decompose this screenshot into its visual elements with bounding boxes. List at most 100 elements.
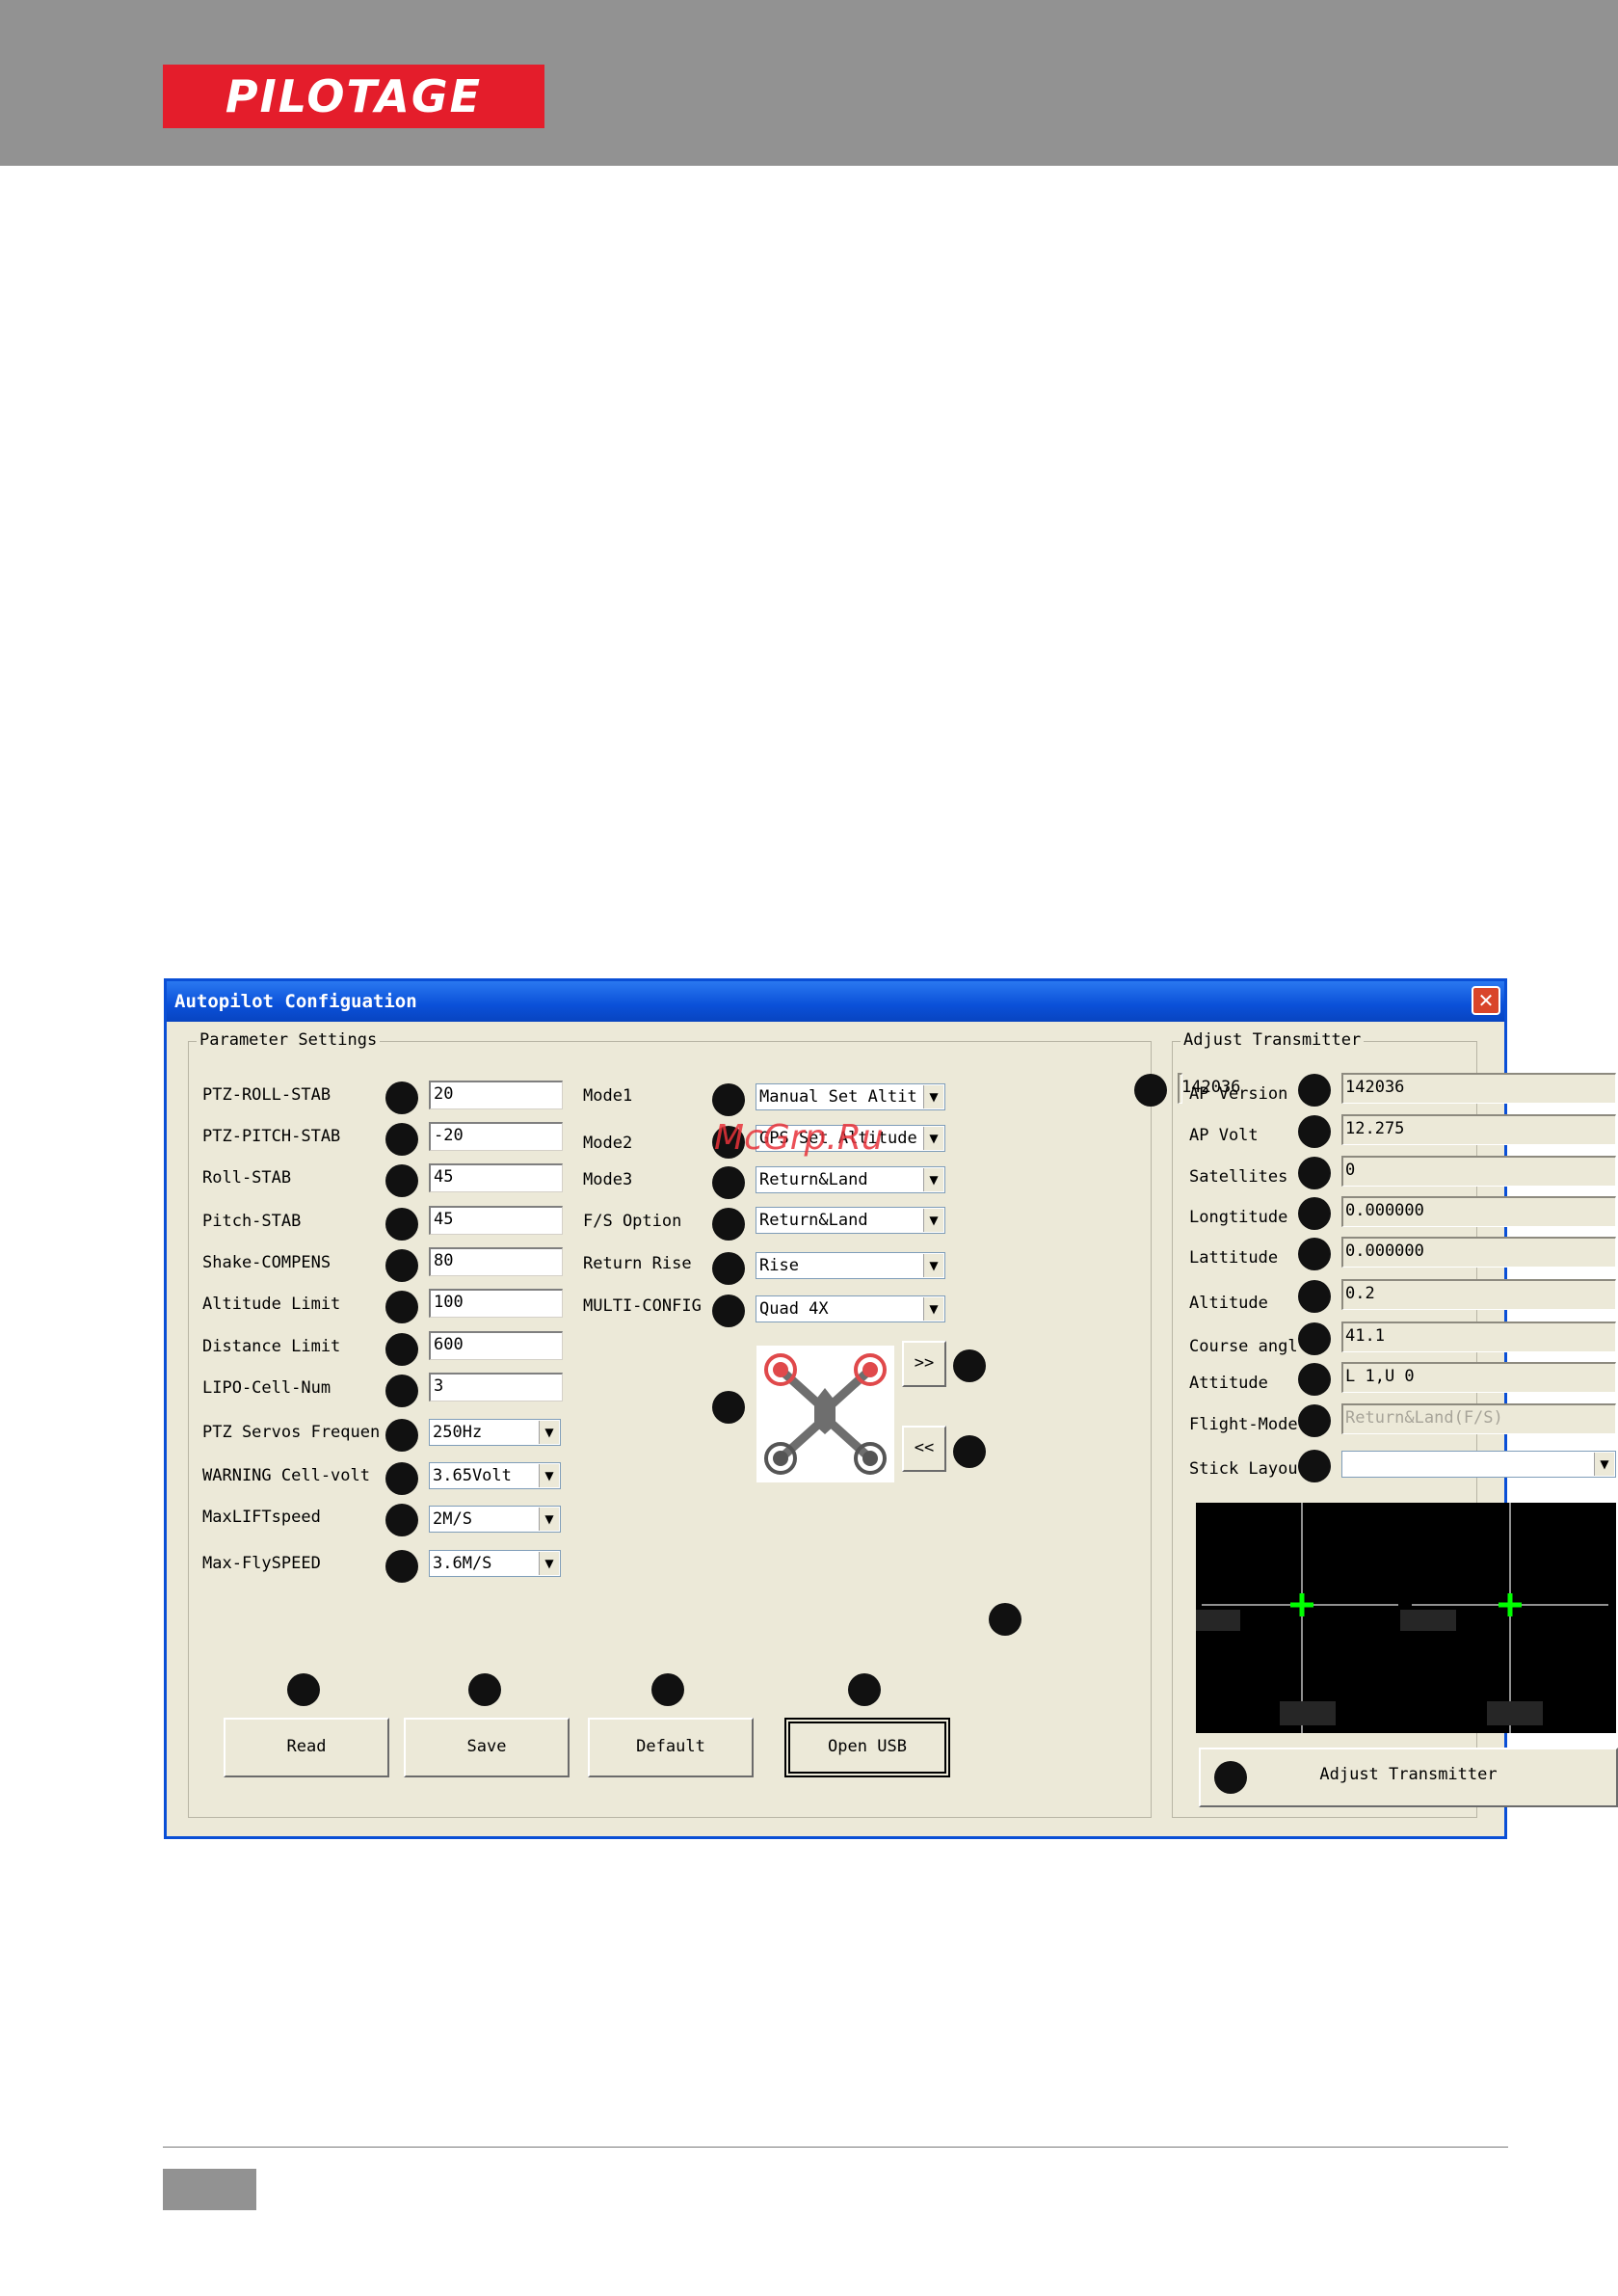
close-icon[interactable]: ✕ xyxy=(1472,986,1500,1015)
field-label: Mode1 xyxy=(583,1086,633,1106)
callout-marker xyxy=(385,1333,418,1366)
field-label: Longtitude xyxy=(1189,1208,1288,1227)
field-label: Course angl xyxy=(1189,1337,1298,1356)
field-label: AP Volt xyxy=(1189,1126,1259,1145)
chevron-down-icon[interactable]: ▼ xyxy=(539,1421,559,1444)
field-label: WARNING Cell-volt xyxy=(202,1466,370,1485)
chevron-down-icon[interactable]: ▼ xyxy=(923,1209,943,1232)
save-button[interactable]: Save xyxy=(404,1718,570,1777)
stick-layout-select[interactable]: ▼ xyxy=(1341,1451,1616,1478)
callout-marker xyxy=(1134,1074,1167,1107)
select-value: 3.6M/S xyxy=(433,1554,492,1573)
ap-version-readout: 142036 xyxy=(1341,1073,1616,1104)
field-label: Mode3 xyxy=(583,1170,633,1189)
prev-config-button[interactable]: << xyxy=(902,1426,946,1472)
brand-logo-text: PILOTAGE xyxy=(225,70,483,122)
field-label: PTZ Servos Frequen xyxy=(202,1423,381,1442)
callout-marker xyxy=(385,1462,418,1495)
course-angle-readout: 41.1 xyxy=(1341,1322,1616,1352)
adjust-transmitter-button[interactable]: Adjust Transmitter xyxy=(1199,1748,1618,1807)
return-rise-select[interactable]: Rise ▼ xyxy=(756,1252,945,1279)
field-label: Pitch-STAB xyxy=(202,1212,302,1231)
callout-marker xyxy=(1298,1197,1331,1230)
satellites-readout: 0 xyxy=(1341,1156,1616,1187)
callout-marker xyxy=(848,1673,881,1706)
chevron-down-icon[interactable]: ▼ xyxy=(923,1168,943,1191)
max-fly-speed-select[interactable]: 3.6M/S ▼ xyxy=(429,1550,561,1577)
quad-4x-diagram xyxy=(756,1346,894,1482)
field-label: Max-FlySPEED xyxy=(202,1554,321,1573)
adjust-transmitter-button-label: Adjust Transmitter xyxy=(1319,1765,1498,1784)
open-usb-button[interactable]: Open USB xyxy=(784,1718,950,1777)
chevron-down-icon[interactable]: ▼ xyxy=(539,1464,559,1487)
callout-marker xyxy=(1298,1322,1331,1355)
field-label: Return Rise xyxy=(583,1254,692,1273)
select-value: Return&Land xyxy=(759,1211,868,1230)
window-titlebar[interactable]: Autopilot Configuation ✕ xyxy=(167,981,1504,1022)
select-value: 3.65Volt xyxy=(433,1466,512,1485)
attitude-readout: L 1,U 0 xyxy=(1341,1362,1616,1393)
shake-compens-input[interactable]: 80 xyxy=(429,1247,563,1276)
callout-marker xyxy=(468,1673,501,1706)
roll-stab-input[interactable]: 45 xyxy=(429,1163,563,1192)
callout-marker xyxy=(385,1249,418,1282)
fs-option-select[interactable]: Return&Land ▼ xyxy=(756,1207,945,1234)
field-label: PTZ-PITCH-STAB xyxy=(202,1127,341,1146)
field-label: Shake-COMPENS xyxy=(202,1253,332,1272)
chevron-down-icon[interactable]: ▼ xyxy=(1594,1453,1614,1476)
field-label: LIPO-Cell-Num xyxy=(202,1378,332,1398)
page-number-tab xyxy=(163,2169,256,2210)
callout-marker xyxy=(287,1673,320,1706)
callout-marker xyxy=(385,1123,418,1156)
mode3-select[interactable]: Return&Land ▼ xyxy=(756,1166,945,1193)
default-button[interactable]: Default xyxy=(588,1718,754,1777)
field-label: MULTI-CONFIG xyxy=(583,1296,702,1316)
callout-marker xyxy=(712,1166,745,1199)
chevron-down-icon[interactable]: ▼ xyxy=(923,1085,943,1108)
lipo-cell-num-input[interactable]: 3 xyxy=(429,1373,563,1402)
distance-limit-input[interactable]: 600 xyxy=(429,1331,563,1360)
ptz-roll-stab-input[interactable]: 20 xyxy=(429,1081,563,1109)
callout-marker xyxy=(1298,1238,1331,1270)
callout-marker xyxy=(1298,1404,1331,1437)
multi-config-select[interactable]: Quad 4X ▼ xyxy=(756,1295,945,1322)
warning-cell-volt-select[interactable]: 3.65Volt ▼ xyxy=(429,1462,561,1489)
ptz-pitch-stab-input[interactable]: -20 xyxy=(429,1122,563,1151)
altitude-readout: 0.2 xyxy=(1341,1279,1616,1310)
brand-logo: PILOTAGE xyxy=(163,65,544,128)
field-label: Lattitude xyxy=(1189,1248,1279,1268)
read-button[interactable]: Read xyxy=(224,1718,389,1777)
callout-marker xyxy=(385,1550,418,1583)
pitch-stab-input[interactable]: 45 xyxy=(429,1206,563,1235)
field-label: Distance Limit xyxy=(202,1337,341,1356)
next-config-button[interactable]: >> xyxy=(902,1341,946,1387)
autopilot-config-window: Autopilot Configuation ✕ Parameter Setti… xyxy=(164,978,1618,1839)
callout-marker xyxy=(385,1419,418,1452)
flight-mode-readout: Return&Land(F/S) xyxy=(1341,1403,1616,1434)
select-value: Rise xyxy=(759,1256,799,1275)
callout-marker xyxy=(712,1391,745,1424)
callout-marker xyxy=(385,1208,418,1241)
mode1-select[interactable]: Manual Set Altit ▼ xyxy=(756,1083,945,1110)
callout-marker xyxy=(953,1349,986,1382)
chevron-down-icon[interactable]: ▼ xyxy=(539,1508,559,1531)
field-label: Roll-STAB xyxy=(202,1168,292,1188)
field-label: Mode2 xyxy=(583,1134,633,1153)
ap-volt-readout: 12.275 xyxy=(1341,1114,1616,1145)
ptz-servos-frequency-select[interactable]: 250Hz ▼ xyxy=(429,1419,561,1446)
field-label: Stick Layou xyxy=(1189,1459,1298,1479)
callout-marker xyxy=(385,1291,418,1323)
chevron-down-icon[interactable]: ▼ xyxy=(923,1297,943,1321)
select-value: Quad 4X xyxy=(759,1299,829,1319)
chevron-down-icon[interactable]: ▼ xyxy=(539,1552,559,1575)
callout-marker xyxy=(712,1083,745,1116)
stick-position-display xyxy=(1196,1503,1616,1733)
altitude-limit-input[interactable]: 100 xyxy=(429,1289,563,1318)
chevron-down-icon[interactable]: ▼ xyxy=(923,1127,943,1150)
chevron-down-icon[interactable]: ▼ xyxy=(923,1254,943,1277)
callout-marker xyxy=(1298,1450,1331,1482)
callout-marker xyxy=(712,1295,745,1327)
adjust-transmitter-title: Adjust Transmitter xyxy=(1180,1030,1365,1050)
max-lift-speed-select[interactable]: 2M/S ▼ xyxy=(429,1506,561,1533)
callout-marker xyxy=(953,1435,986,1468)
